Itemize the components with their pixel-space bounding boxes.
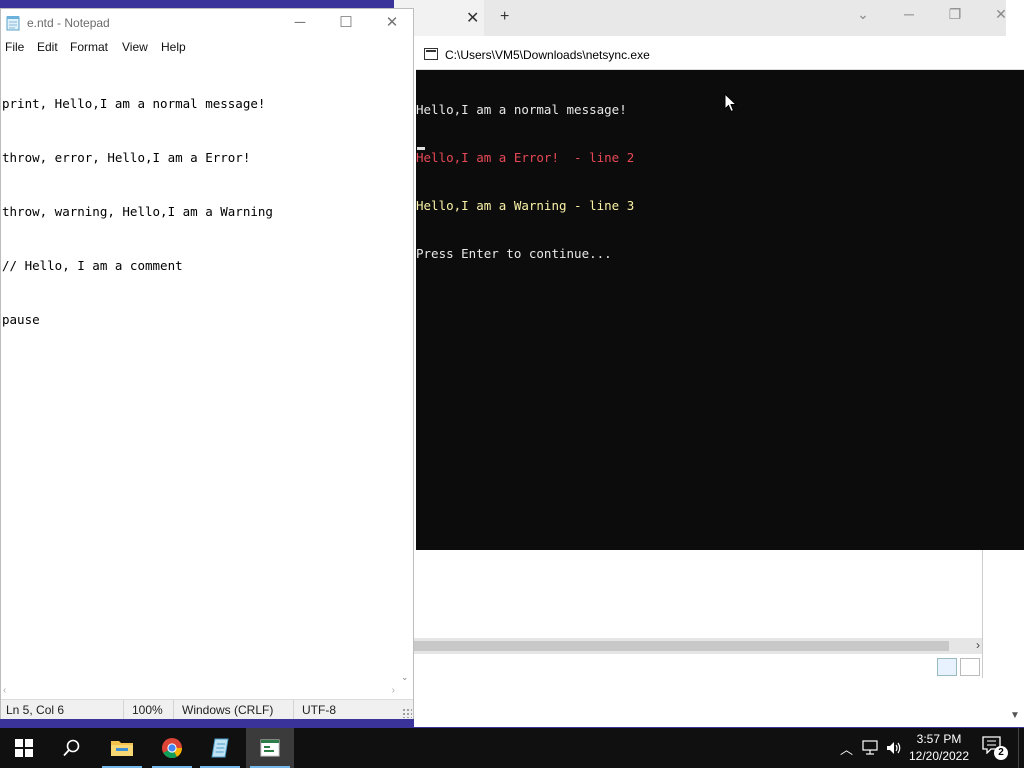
menu-edit[interactable]: Edit [37, 40, 58, 54]
editor-line: pause [2, 312, 40, 327]
notification-count-badge: 2 [994, 746, 1008, 760]
action-center-button[interactable]: 2 [980, 736, 1008, 760]
clock-time: 3:57 PM [916, 732, 962, 746]
status-divider [173, 700, 174, 719]
scroll-down-icon[interactable]: ▼ [1010, 710, 1020, 721]
browser-restore-icon[interactable]: ❐ [940, 6, 970, 23]
preview-view-icon[interactable] [960, 658, 980, 676]
details-view-icon[interactable] [937, 658, 957, 676]
notepad-vertical-scrollbar[interactable]: ⌄ [399, 59, 413, 685]
notepad-menubar: File Edit Format View Help [1, 38, 413, 58]
notepad-icon [6, 16, 20, 31]
new-tab-icon[interactable]: + [500, 8, 509, 26]
menu-view[interactable]: View [122, 40, 148, 54]
minimize-icon[interactable]: ─ [277, 10, 323, 36]
editor-line: throw, warning, Hello,I am a Warning [2, 204, 273, 219]
text-cursor [417, 147, 425, 150]
notepad-statusbar: Ln 5, Col 6 100% Windows (CRLF) UTF-8 [1, 699, 413, 719]
menu-help[interactable]: Help [161, 40, 186, 54]
scroll-right-icon[interactable]: › [392, 685, 395, 696]
file-explorer-button[interactable] [98, 728, 146, 768]
zoom-level: 100% [132, 703, 163, 717]
maximize-icon[interactable]: ☐ [323, 10, 369, 36]
notepad-titlebar[interactable]: e.ntd - Notepad ─ ☐ ✕ [1, 9, 413, 37]
editor-line: // Hello, I am a comment [2, 258, 183, 273]
network-icon[interactable] [862, 740, 880, 756]
close-icon[interactable]: ✕ [369, 10, 415, 36]
resize-grip-icon[interactable] [402, 708, 412, 718]
editor-line: print, Hello,I am a normal message! [2, 96, 266, 111]
notepad-icon [211, 738, 229, 758]
scroll-right-icon[interactable]: › [976, 638, 980, 652]
show-hidden-icons-chevron-icon[interactable]: ︿ [840, 739, 853, 758]
search-icon [63, 739, 80, 757]
notepad-taskbar-button[interactable] [196, 728, 244, 768]
mouse-pointer-icon [724, 93, 738, 113]
status-divider [293, 700, 294, 719]
editor-line: throw, error, Hello,I am a Error! [2, 150, 251, 165]
search-button[interactable] [48, 728, 96, 768]
chrome-icon [162, 738, 183, 759]
console-line: Hello,I am a Error! - line 2 [416, 150, 635, 165]
status-divider [123, 700, 124, 719]
menu-file[interactable]: File [5, 40, 24, 54]
console-taskbar-button[interactable] [246, 728, 294, 768]
menu-format[interactable]: Format [70, 40, 108, 54]
scroll-down-icon[interactable]: ⌄ [401, 672, 409, 683]
console-line: Press Enter to continue... [416, 246, 612, 261]
line-ending: Windows (CRLF) [182, 703, 274, 717]
console-window-title: C:\Users\VM5\Downloads\netsync.exe [445, 48, 650, 62]
chrome-button[interactable] [148, 728, 196, 768]
console-titlebar[interactable]: C:\Users\VM5\Downloads\netsync.exe [416, 40, 1024, 70]
close-tab-icon[interactable]: ✕ [466, 8, 479, 28]
view-toggle-group [934, 656, 982, 676]
notepad-horizontal-scrollbar[interactable]: ‹ › [1, 685, 399, 699]
notepad-window: e.ntd - Notepad ─ ☐ ✕ File Edit Format V… [0, 8, 414, 719]
cursor-position: Ln 5, Col 6 [6, 703, 65, 717]
browser-horizontal-scrollbar[interactable]: › [414, 638, 982, 654]
browser-content-area [414, 550, 983, 678]
clock-date: 12/20/2022 [908, 749, 970, 763]
taskbar: ︿ 3:57 PM 12/20/2022 2 [0, 728, 1024, 768]
console-window: C:\Users\VM5\Downloads\netsync.exe Hello… [416, 40, 1024, 550]
console-output[interactable]: Hello,I am a normal message! Hello,I am … [416, 70, 1024, 550]
file-explorer-icon [111, 741, 133, 756]
taskbar-clock[interactable]: 3:57 PM 12/20/2022 [900, 731, 978, 765]
start-button[interactable] [0, 728, 48, 768]
scrollbar-thumb[interactable] [414, 641, 949, 651]
console-line: Hello,I am a normal message! [416, 102, 627, 117]
console-line: Hello,I am a Warning - line 3 [416, 198, 635, 213]
browser-minimize-icon[interactable]: ─ [894, 6, 924, 22]
console-app-icon [260, 739, 280, 757]
notepad-text-area[interactable]: print, Hello,I am a normal message! thro… [1, 59, 399, 685]
windows-logo-icon [15, 739, 33, 757]
browser-tab-strip: ✕ + ⌄ ─ ❐ ✕ [394, 0, 1024, 36]
console-app-icon [424, 48, 438, 60]
notepad-window-title: e.ntd - Notepad [27, 16, 110, 30]
show-desktop-button[interactable] [1018, 728, 1024, 768]
tab-search-chevron-icon[interactable]: ⌄ [848, 6, 878, 23]
scroll-left-icon[interactable]: ‹ [3, 685, 6, 696]
encoding: UTF-8 [302, 703, 336, 717]
